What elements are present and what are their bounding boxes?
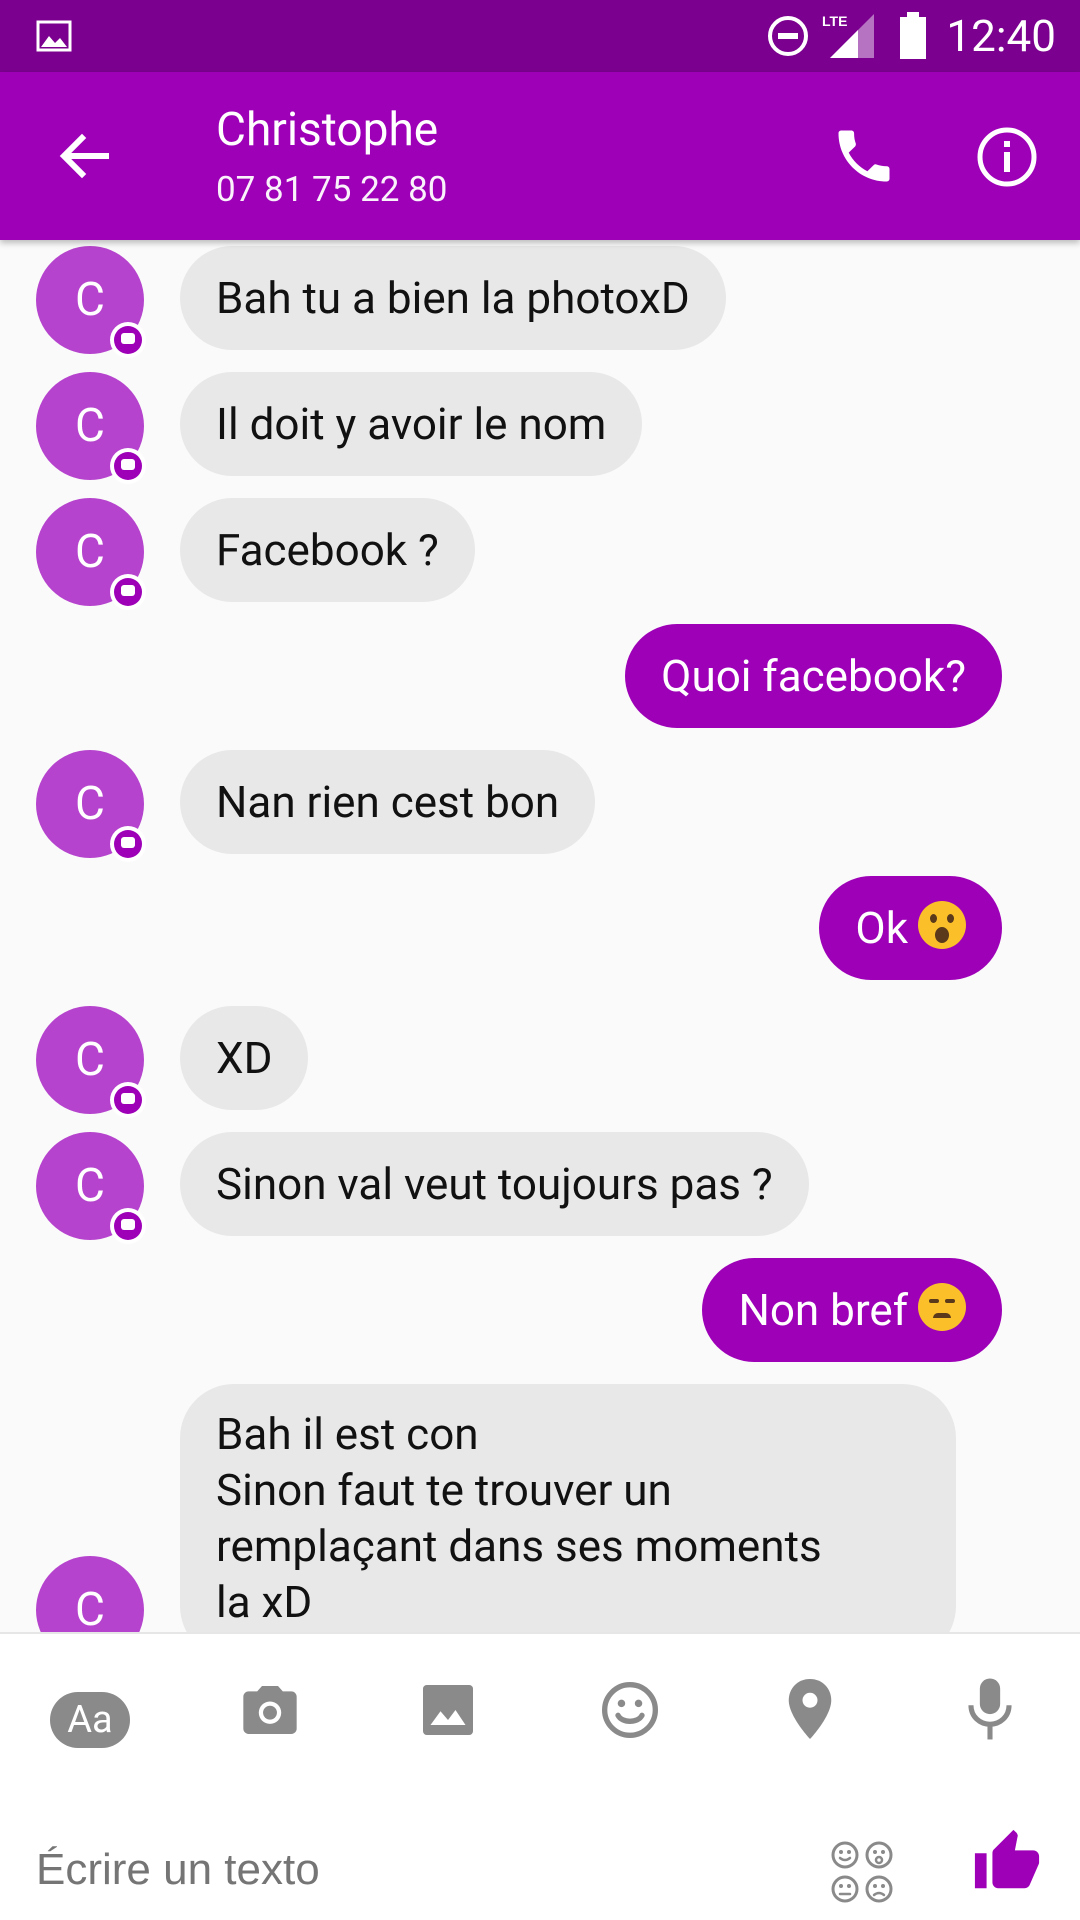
contact-avatar[interactable]: C [36, 1006, 146, 1118]
microphone-icon[interactable] [962, 1676, 1018, 1742]
message-text: Non bref [738, 1284, 908, 1336]
phone-call-icon[interactable] [830, 122, 898, 190]
avatar-letter: C [75, 273, 105, 327]
incoming-message[interactable]: Nan rien cest bon [180, 750, 596, 854]
text-format-icon[interactable]: Aa [50, 1692, 130, 1748]
lte-label: LTE [822, 13, 847, 29]
messenger-badge-icon [110, 448, 146, 484]
location-icon[interactable] [780, 1676, 840, 1742]
messenger-badge-icon [110, 322, 146, 358]
messenger-badge-icon [110, 1082, 146, 1118]
gallery-icon[interactable] [418, 1680, 478, 1740]
contact-avatar[interactable]: C [36, 246, 146, 358]
lte-signal-icon: LTE [822, 13, 874, 58]
disappointed-face-icon [918, 1283, 966, 1331]
incoming-message[interactable]: Sinon val veut toujours pas ? [180, 1132, 809, 1236]
contact-phone: 07 81 75 22 80 [216, 169, 448, 210]
message-line: Sinon faut te trouver un [216, 1464, 672, 1516]
do-not-disturb-icon [768, 16, 808, 56]
incoming-message[interactable]: Bah tu a bien la photoxD [180, 246, 726, 350]
incoming-message[interactable]: Facebook ? [180, 498, 475, 602]
incoming-message[interactable]: XD [180, 1006, 309, 1110]
emoji-icon[interactable] [598, 1678, 662, 1742]
camera-icon[interactable] [238, 1678, 302, 1742]
image-notification-icon [36, 20, 72, 52]
message-line: la xD [216, 1576, 313, 1628]
avatar-letter: C [75, 1583, 105, 1632]
message-line: Bah il est con [216, 1408, 479, 1460]
status-time: 12:40 [946, 10, 1056, 62]
contact-avatar[interactable]: C [36, 498, 146, 610]
back-arrow-icon[interactable] [56, 128, 112, 184]
avatar-letter: C [75, 1033, 105, 1087]
avatar-letter: C [75, 1159, 105, 1213]
outgoing-message[interactable]: Ok [819, 876, 1002, 980]
battery-icon [900, 12, 926, 59]
contact-avatar[interactable]: C [36, 1132, 146, 1244]
avatar-letter: C [75, 399, 105, 453]
status-bar: LTE 12:40 [0, 0, 1080, 72]
message-text: Ok [855, 902, 908, 954]
contact-avatar[interactable]: C [36, 1556, 144, 1632]
messenger-badge-icon [110, 1208, 146, 1244]
contact-name: Christophe [216, 103, 439, 157]
outgoing-message[interactable]: Quoi facebook? [625, 624, 1002, 728]
messenger-badge-icon [110, 574, 146, 610]
incoming-message[interactable]: Il doit y avoir le nom [180, 372, 643, 476]
conversation-header: Christophe 07 81 75 22 80 [0, 72, 1080, 240]
stickers-icon[interactable] [830, 1840, 894, 1904]
avatar-letter: C [75, 525, 105, 579]
contact-avatar[interactable]: C [36, 750, 146, 862]
message-list[interactable]: C Bah tu a bien la photoxD C Il doit y a… [0, 240, 1080, 1632]
avatar-letter: C [75, 777, 105, 831]
contact-avatar[interactable]: C [36, 372, 146, 484]
composer: Aa [0, 1632, 1080, 1920]
message-line: remplaçant dans ses moments [216, 1520, 822, 1572]
messenger-badge-icon [110, 826, 146, 862]
thumbs-up-like-icon[interactable] [972, 1826, 1042, 1898]
astonished-face-icon [918, 901, 966, 949]
info-icon[interactable] [976, 126, 1038, 188]
outgoing-message[interactable]: Non bref [702, 1258, 1002, 1362]
message-input[interactable] [36, 1834, 796, 1906]
incoming-message[interactable]: Bah il est con Sinon faut te trouver un … [180, 1384, 956, 1632]
